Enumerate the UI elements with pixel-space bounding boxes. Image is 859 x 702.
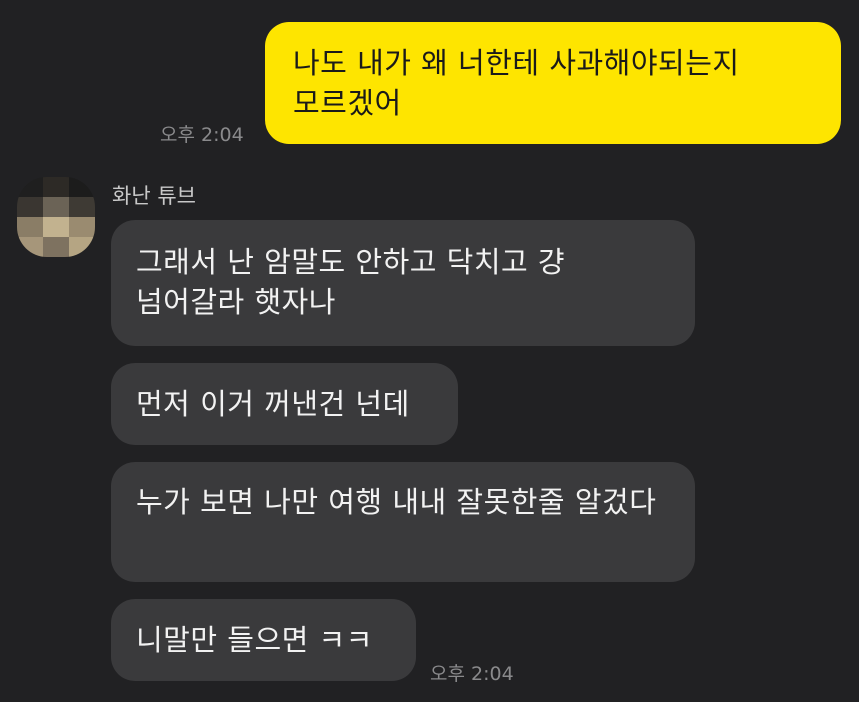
- incoming-message-bubble[interactable]: 먼저 이거 꺼낸건 넌데: [111, 363, 458, 445]
- incoming-message-bubble[interactable]: 그래서 난 암말도 안하고 닥치고 걍 넘어갈라 햇자나: [111, 220, 695, 346]
- outgoing-message-bubble[interactable]: 나도 내가 왜 너한테 사과해야되는지 모르겠어: [265, 22, 841, 144]
- avatar-pixel: [43, 197, 69, 217]
- incoming-timestamp: 오후 2:04: [430, 663, 514, 685]
- sender-avatar[interactable]: [17, 177, 95, 257]
- avatar-pixel: [43, 177, 69, 197]
- incoming-message-text: 누가 보면 나만 여행 내내 잘못한줄 알겄다: [136, 485, 657, 519]
- incoming-message-text: 그래서 난 암말도 안하고 닥치고 걍 넘어갈라 햇자나: [136, 245, 566, 319]
- incoming-message-bubble[interactable]: 니말만 들으면 ㅋㅋ: [111, 599, 416, 681]
- incoming-message-text: 니말만 들으면 ㅋㅋ: [136, 623, 373, 657]
- avatar-pixel: [69, 217, 95, 237]
- incoming-message-text: 먼저 이거 꺼낸건 넌데: [136, 387, 410, 421]
- avatar-pixel: [69, 177, 95, 197]
- avatar-pixel: [43, 217, 69, 237]
- incoming-message-bubble[interactable]: 누가 보면 나만 여행 내내 잘못한줄 알겄다: [111, 462, 695, 582]
- sender-name: 화난 튜브: [112, 184, 196, 208]
- avatar-pixel: [17, 197, 43, 217]
- outgoing-timestamp: 오후 2:04: [160, 124, 244, 146]
- avatar-pixel: [69, 237, 95, 257]
- avatar-pixel: [17, 237, 43, 257]
- avatar-pixel: [43, 237, 69, 257]
- avatar-pixel: [69, 197, 95, 217]
- outgoing-message-text: 나도 내가 왜 너한테 사과해야되는지 모르겠어: [293, 46, 740, 120]
- avatar-pixel: [17, 177, 43, 197]
- avatar-pixel: [17, 217, 43, 237]
